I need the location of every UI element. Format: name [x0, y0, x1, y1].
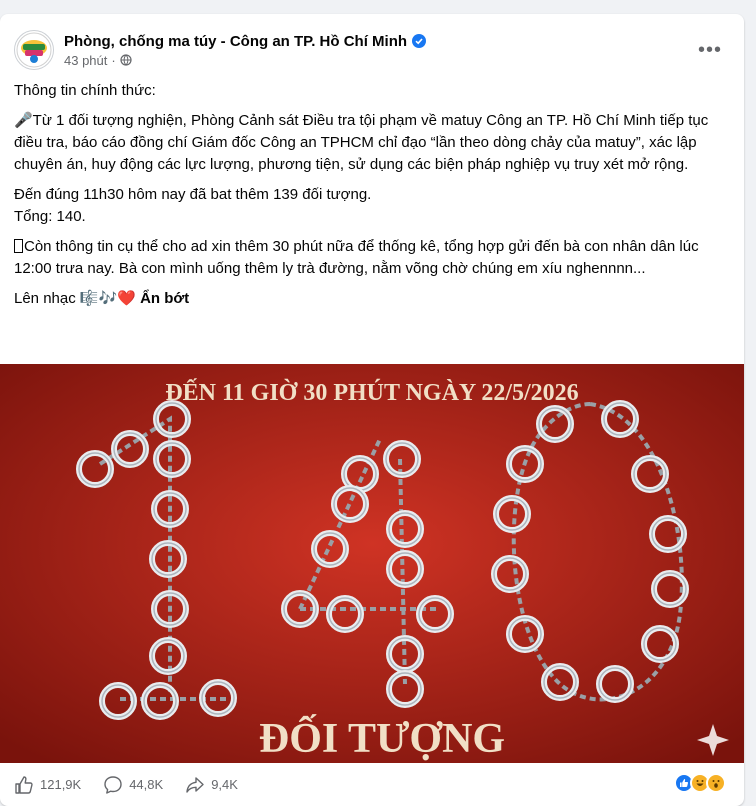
post-paragraph-4: Còn thông tin cụ thể cho ad xin thêm 30 …	[14, 236, 714, 280]
page-logo-icon	[16, 32, 52, 68]
like-icon	[15, 775, 33, 794]
globe-icon	[120, 54, 132, 66]
post-paragraph-1: Thông tin chính thức:	[14, 82, 156, 99]
page-name-link[interactable]: Phòng, chống ma túy - Công an TP. Hồ Chí…	[64, 33, 407, 50]
poster-graphic: ĐẾN 11 GIỜ 30 PHÚT NGÀY 22/5/2026 ĐỐI TƯ…	[0, 364, 744, 763]
poster-caption: ĐỐI TƯỢNG	[259, 714, 505, 762]
share-action[interactable]: 9,4K	[185, 775, 238, 795]
share-count: 9,4K	[211, 777, 238, 792]
share-icon	[186, 776, 204, 793]
post-header: Phòng, chống ma túy - Công an TP. Hồ Chí…	[14, 28, 730, 72]
page-avatar[interactable]	[14, 30, 54, 70]
more-options-button[interactable]: •••	[694, 34, 726, 66]
poster-headline: ĐẾN 11 GIỜ 30 PHÚT NGÀY 22/5/2026	[165, 379, 578, 406]
post-timestamp[interactable]: 43 phút	[64, 53, 107, 68]
see-less-link[interactable]: Ẩn bớt	[140, 290, 189, 307]
post-body: Thông tin chính thức: 🎤Từ 1 đối tượng ng…	[14, 80, 714, 318]
post-paragraph-5: Lên nhạc 🎼🎶❤️ Ẩn bớt	[14, 288, 714, 310]
meta-separator: ·	[111, 52, 116, 68]
post-paragraph-4-text: Còn thông tin cụ thể cho ad xin thêm 30 …	[14, 238, 699, 277]
post-paragraph-3: Đến đúng 11h30 hôm nay đã bat thêm 139 đ…	[14, 186, 372, 225]
music-line: Lên nhạc 🎼🎶❤️	[14, 290, 136, 307]
post-footer: 121,9K 44,8K 9,4K	[0, 763, 744, 806]
verified-badge-icon	[412, 34, 427, 48]
missing-glyph-icon	[14, 239, 23, 253]
like-count: 121,9K	[40, 777, 82, 792]
comment-action[interactable]: 44,8K	[103, 775, 163, 795]
reaction-summary[interactable]	[674, 773, 726, 793]
post-card: Phòng, chống ma túy - Công an TP. Hồ Chí…	[0, 14, 744, 806]
post-paragraph-2: 🎤Từ 1 đối tượng nghiện, Phòng Cảnh sát Đ…	[14, 112, 709, 173]
wow-reaction-icon	[706, 773, 726, 793]
comment-icon	[104, 775, 122, 794]
comment-count: 44,8K	[129, 777, 164, 792]
post-image[interactable]: ĐẾN 11 GIỜ 30 PHÚT NGÀY 22/5/2026 ĐỐI TƯ…	[0, 364, 744, 763]
like-action[interactable]: 121,9K	[14, 775, 81, 795]
